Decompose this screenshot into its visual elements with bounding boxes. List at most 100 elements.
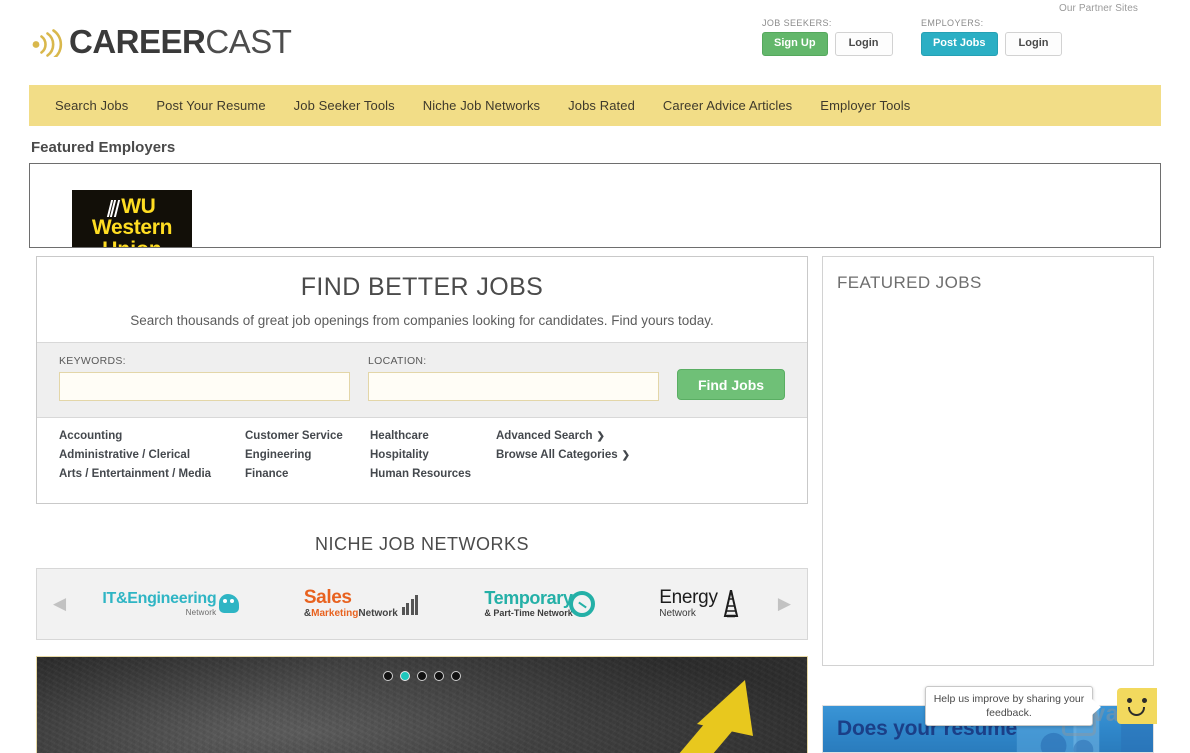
featured-employers-title: Featured Employers	[31, 139, 176, 156]
category-hospitality[interactable]: Hospitality	[370, 449, 496, 461]
nav-item-post-your-resume[interactable]: Post Your Resume	[142, 98, 279, 113]
job-search-panel: FIND BETTER JOBS Search thousands of gre…	[36, 256, 808, 504]
it-logo-text: IT&Engineering Network	[102, 589, 217, 617]
site-logo[interactable]: CAREERCAST	[31, 23, 292, 60]
job-seekers-group: JOB SEEKERS: Sign Up Login	[762, 18, 893, 56]
niche-logo-temporary-parttime[interactable]: Temporary & Part-Time Network	[484, 587, 595, 619]
partner-sites-link[interactable]: Our Partner Sites	[1059, 3, 1138, 14]
location-field-group: LOCATION:	[368, 355, 659, 401]
job-seeker-login-button[interactable]: Login	[834, 32, 893, 56]
category-column-2: Customer Service Engineering Finance	[245, 430, 370, 487]
oil-derrick-icon	[723, 589, 738, 618]
logo-cast: CAST	[205, 23, 292, 60]
main-navigation: Search Jobs Post Your Resume Job Seeker …	[29, 85, 1161, 126]
location-input[interactable]	[368, 372, 659, 401]
carousel-dot-1[interactable]	[383, 671, 393, 681]
advanced-search-link[interactable]: Advanced Search ❯	[496, 430, 676, 442]
search-panel-subtitle: Search thousands of great job openings f…	[130, 313, 714, 328]
feedback-message: Help us improve by sharing your feedback…	[933, 692, 1085, 719]
wu-abbr: WU	[121, 195, 156, 218]
nav-item-employer-tools[interactable]: Employer Tools	[806, 98, 924, 113]
browse-all-categories-link[interactable]: Browse All Categories ❯	[496, 449, 676, 461]
sales-logo-text: Sales &MarketingNetwork	[303, 586, 398, 619]
wu-slashes-icon	[106, 199, 120, 217]
sales-sub-marketing: Marketing	[311, 608, 359, 620]
sound-wave-icon	[32, 28, 63, 57]
employer-login-button[interactable]: Login	[1004, 32, 1063, 56]
nav-item-search-jobs[interactable]: Search Jobs	[41, 98, 142, 113]
nav-item-career-advice-articles[interactable]: Career Advice Articles	[649, 98, 806, 113]
keywords-label: KEYWORDS:	[59, 355, 126, 367]
category-finance[interactable]: Finance	[245, 468, 370, 480]
category-column-3: Healthcare Hospitality Human Resources	[370, 430, 496, 487]
it-logo-main: IT&Engineering	[102, 589, 217, 607]
niche-networks-carousel: ◀ IT&Engineering Network Sales &Marketin…	[36, 568, 808, 640]
nav-item-jobs-rated[interactable]: Jobs Rated	[554, 98, 649, 113]
carousel-dot-3[interactable]	[417, 671, 427, 681]
energy-logo-sub: Network	[659, 608, 696, 620]
keywords-input[interactable]	[59, 372, 350, 401]
bar-chart-icon	[401, 593, 420, 615]
smiley-eye-right	[1142, 698, 1147, 703]
niche-logo-energy[interactable]: Energy Network	[659, 586, 741, 620]
post-jobs-button[interactable]: Post Jobs	[920, 32, 998, 56]
employers-group: EMPLOYERS: Post Jobs Login	[920, 18, 1063, 56]
niche-logo-it-engineering[interactable]: IT&Engineering Network	[102, 589, 240, 617]
account-actions: JOB SEEKERS: Sign Up Login EMPLOYERS: Po…	[762, 18, 1063, 56]
page-root: Our Partner Sites JOB SEEKERS: Sign Up L…	[0, 0, 1190, 753]
category-healthcare[interactable]: Healthcare	[370, 430, 496, 442]
chevron-right-icon: ❯	[596, 431, 605, 442]
hero-carousel[interactable]	[36, 656, 808, 753]
category-links: Accounting Administrative / Clerical Art…	[37, 418, 807, 503]
sales-logo-sub: &MarketingNetwork	[304, 608, 398, 619]
category-accounting[interactable]: Accounting	[59, 430, 245, 442]
chevron-right-icon-2: ❯	[621, 450, 631, 461]
category-arts-entertainment-media[interactable]: Arts / Entertainment / Media	[59, 468, 245, 480]
niche-networks-title: NICHE JOB NETWORKS	[314, 534, 529, 554]
employers-buttons: Post Jobs Login	[920, 32, 1063, 56]
carousel-dot-2[interactable]	[400, 671, 410, 681]
carousel-dot-5[interactable]	[451, 671, 461, 681]
find-jobs-button[interactable]: Find Jobs	[677, 369, 785, 400]
nav-item-niche-job-networks[interactable]: Niche Job Networks	[409, 98, 554, 113]
category-administrative-clerical[interactable]: Administrative / Clerical	[59, 449, 245, 461]
category-customer-service[interactable]: Customer Service	[245, 430, 370, 442]
temp-logo-main: Temporary	[484, 587, 573, 608]
logo-career: CAREER	[69, 23, 206, 60]
temp-logo-text: Temporary & Part-Time Network	[484, 587, 573, 619]
temp-logo-sub: & Part-Time Network	[484, 608, 573, 619]
browse-all-label: Browse All Categories	[496, 449, 618, 461]
featured-jobs-title: FEATURED JOBS	[837, 273, 982, 292]
location-label: LOCATION:	[368, 355, 427, 367]
carousel-prev-arrow-icon[interactable]: ◀	[49, 594, 70, 614]
job-seekers-buttons: Sign Up Login	[762, 32, 893, 56]
carousel-dots	[37, 671, 807, 681]
featured-employers-box: WU Western Union	[29, 163, 1161, 248]
nav-item-job-seeker-tools[interactable]: Job Seeker Tools	[280, 98, 409, 113]
search-panel-title: FIND BETTER JOBS	[300, 273, 544, 301]
energy-logo-main: Energy	[659, 586, 718, 608]
advanced-search-label: Advanced Search	[496, 430, 593, 442]
keywords-field-group: KEYWORDS:	[59, 355, 350, 401]
carousel-dot-4[interactable]	[434, 671, 444, 681]
featured-jobs-panel: FEATURED JOBS	[822, 256, 1154, 666]
sign-up-button[interactable]: Sign Up	[762, 32, 828, 56]
niche-network-logo-list: IT&Engineering Network Sales &MarketingN…	[70, 586, 774, 620]
wu-abbr-row: WU	[106, 195, 156, 218]
sales-logo-main: Sales	[303, 586, 352, 608]
wu-line2: Union	[102, 239, 161, 247]
smiley-mouth	[1128, 707, 1145, 716]
category-human-resources[interactable]: Human Resources	[370, 468, 496, 480]
logo-wordmark: CAREERCAST	[69, 23, 292, 60]
employer-logo-western-union[interactable]: WU Western Union	[72, 190, 192, 247]
search-form: KEYWORDS: LOCATION: Find Jobs	[37, 342, 807, 418]
it-logo-sub: Network	[185, 607, 217, 617]
carousel-next-arrow-icon[interactable]: ▶	[774, 594, 795, 614]
wu-line1: Western	[91, 215, 173, 239]
niche-logo-sales-marketing[interactable]: Sales &MarketingNetwork	[303, 586, 420, 619]
smiley-eye-left	[1127, 698, 1132, 703]
feedback-tooltip: Help us improve by sharing your feedback…	[925, 686, 1101, 726]
category-engineering[interactable]: Engineering	[245, 449, 370, 461]
main-content-column: FIND BETTER JOBS Search thousands of gre…	[36, 256, 808, 753]
feedback-smiley-icon[interactable]	[1117, 688, 1157, 724]
